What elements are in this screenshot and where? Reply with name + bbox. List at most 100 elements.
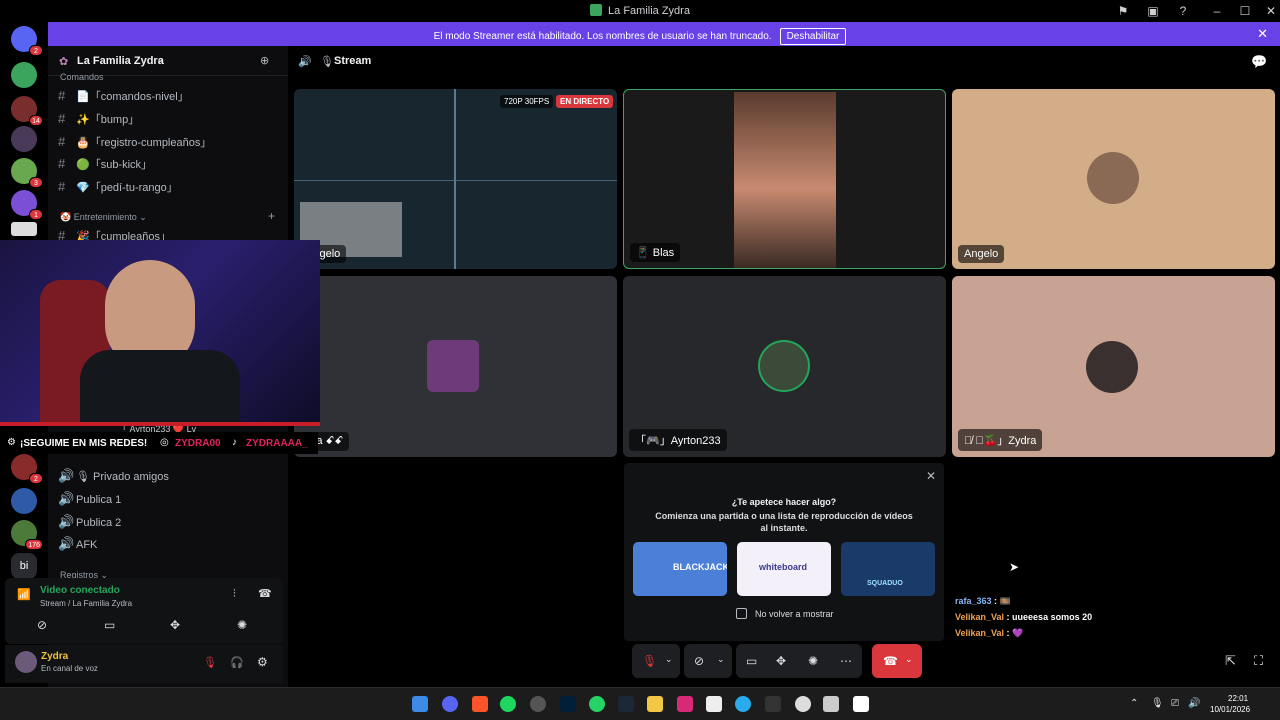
clock-time[interactable]: 22:01 xyxy=(1228,694,1248,703)
whatsapp-taskbar-icon[interactable] xyxy=(589,696,605,712)
voice-location[interactable]: Stream / La Familia Zydra xyxy=(40,599,132,608)
headphones-icon[interactable]: 🎧 xyxy=(230,656,244,669)
camera-off-icon[interactable]: ⊘ xyxy=(37,618,47,632)
screen-share-icon[interactable]: ▭ xyxy=(104,618,115,632)
server-icon[interactable] xyxy=(11,62,37,88)
server-icon[interactable]: 2 xyxy=(11,454,43,484)
avatar[interactable] xyxy=(15,651,37,673)
server-name[interactable]: La Familia Zydra xyxy=(77,55,164,67)
telegram-taskbar-icon[interactable] xyxy=(735,696,751,712)
video-tile-angelo-stream[interactable]: 720P 30FPS EN DIRECTO Angelo xyxy=(294,89,617,269)
server-icon[interactable]: 14 xyxy=(11,96,43,126)
voice-channel-publica-1[interactable]: 🔊 Publica 1 xyxy=(58,491,121,509)
settings-taskbar-icon[interactable] xyxy=(795,696,811,712)
channel-registro-cumpleanos[interactable]: # 🎂「registro-cumpleaños」 xyxy=(58,134,211,152)
mic-toggle-button[interactable]: 🎙 ⌄ xyxy=(632,644,680,678)
stage-header: 🔊 🎙 Stream 💬 xyxy=(288,46,1280,78)
activity-whiteboard[interactable]: whiteboard xyxy=(737,542,831,596)
stream-crosshair xyxy=(294,180,617,181)
server-icon[interactable] xyxy=(11,222,37,236)
avatar xyxy=(758,340,810,392)
network-icon[interactable]: ⎚ xyxy=(1171,698,1179,709)
live-badge: EN DIRECTO xyxy=(556,95,614,108)
video-tile-ayrton[interactable]: 「🎮」Ayrton233 xyxy=(623,276,946,457)
more-options-icon[interactable]: ⋯ xyxy=(840,654,852,668)
category-comandos[interactable]: Comandos xyxy=(60,72,104,82)
video-tile-blas[interactable]: 📱 Blas xyxy=(623,89,946,269)
channel-bump[interactable]: # ✨「bump」 xyxy=(58,111,139,129)
phone-icon: 📱 xyxy=(636,247,650,259)
mouse-cursor-icon: ➤ xyxy=(1009,560,1020,574)
inbox-icon[interactable]: ⚑ xyxy=(1114,2,1132,20)
soundboard-icon[interactable]: ✺ xyxy=(808,654,818,668)
windows-start-icon[interactable] xyxy=(412,696,428,712)
discord-taskbar-icon[interactable] xyxy=(442,696,458,712)
camera-toggle-button[interactable]: ⊘ ⌄ xyxy=(684,644,732,678)
epic-taskbar-icon[interactable] xyxy=(765,696,781,712)
capcut-taskbar-icon[interactable] xyxy=(853,696,869,712)
instagram-taskbar-icon[interactable] xyxy=(677,696,693,712)
snipping-taskbar-icon[interactable] xyxy=(823,696,839,712)
invite-icon[interactable]: ⊕ xyxy=(260,54,269,67)
close-window-button[interactable]: ✕ xyxy=(1262,2,1280,20)
disconnect-icon[interactable]: ☎ xyxy=(258,587,272,600)
server-icon[interactable]: 176 xyxy=(11,520,43,550)
streamer-webcam-overlay xyxy=(0,240,320,426)
user-panel: Zydra En canal de voz 🎙 🎧 ⚙ xyxy=(5,645,283,683)
close-icon[interactable]: ✕ xyxy=(926,469,936,483)
banner-close-icon[interactable]: ✕ xyxy=(1257,26,1268,42)
discord-home-button[interactable]: 2 xyxy=(11,26,43,56)
brave-taskbar-icon[interactable] xyxy=(472,696,488,712)
mic-muted-icon[interactable]: 🎙 xyxy=(203,656,217,669)
banner-message: El modo Streamer está habilitado. Los no… xyxy=(433,31,772,42)
channel-pedi-tu-rango[interactable]: # 💎「pedí-tu-rango」 xyxy=(58,179,178,197)
steam-taskbar-icon[interactable] xyxy=(618,696,634,712)
video-tile-lisa[interactable]: lisa ꗃꗃ xyxy=(294,276,617,457)
signal-icon: 📶 xyxy=(17,589,31,601)
server-badge: 3 xyxy=(29,177,43,188)
category-entretenimiento[interactable]: 🤡 Entretenimiento ⌄ xyxy=(60,212,147,223)
activities-icon[interactable]: ✥ xyxy=(776,654,786,668)
screen-share-icon[interactable]: ▭ xyxy=(746,654,757,668)
settings-gear-icon[interactable]: ⚙ xyxy=(257,655,268,669)
activity-squaduo[interactable]: SQUADUO xyxy=(841,542,935,596)
video-tile-zydra[interactable]: 🎙̸ 「🍒」Zydra xyxy=(952,276,1275,457)
volume-icon[interactable]: 🔊 xyxy=(1188,698,1200,709)
voice-channel-afk[interactable]: 🔊 AFK xyxy=(58,536,97,554)
screen-share-icon[interactable]: ▣ xyxy=(1144,2,1162,20)
video-tile-angelo[interactable]: Angelo xyxy=(952,89,1275,269)
add-channel-icon[interactable]: + xyxy=(268,209,275,223)
file-explorer-taskbar-icon[interactable] xyxy=(647,696,663,712)
spotify-taskbar-icon[interactable] xyxy=(500,696,516,712)
server-icon[interactable]: bi xyxy=(11,553,37,579)
server-icon[interactable] xyxy=(11,488,37,514)
speaker-icon: 🔊 xyxy=(58,468,75,483)
fullscreen-icon[interactable]: ⛶ xyxy=(1254,653,1263,669)
notion-taskbar-icon[interactable] xyxy=(706,696,722,712)
clock-date[interactable]: 10/01/2026 xyxy=(1210,705,1250,714)
photoshop-taskbar-icon[interactable] xyxy=(560,696,576,712)
server-icon[interactable]: 3 xyxy=(11,158,43,188)
activity-label: BLACKJACK xyxy=(673,562,727,572)
disable-streamer-button[interactable]: Deshabilitar xyxy=(779,28,847,45)
dont-show-checkbox[interactable] xyxy=(736,608,747,619)
minimize-button[interactable]: – xyxy=(1208,2,1226,20)
chat-bubble-icon[interactable]: 💬 xyxy=(1251,54,1267,70)
voice-channel-privado-amigos[interactable]: 🔊 🎙 Privado amigos xyxy=(58,468,169,486)
mic-tray-icon[interactable]: 🎙 xyxy=(1151,698,1164,709)
server-icon[interactable]: 1 xyxy=(11,190,43,220)
server-icon[interactable] xyxy=(11,126,37,152)
channel-sub-kick[interactable]: # 🟢「sub-kick」 xyxy=(58,156,152,174)
popout-icon[interactable]: ⇱ xyxy=(1225,653,1236,669)
soundboard-icon[interactable]: ✺ xyxy=(237,618,247,632)
tray-chevron-icon[interactable]: ⌃ xyxy=(1130,698,1138,709)
leave-call-button[interactable]: ☎ ⌄ xyxy=(872,644,922,678)
maximize-button[interactable]: ☐ xyxy=(1236,2,1254,20)
obs-taskbar-icon[interactable] xyxy=(530,696,546,712)
voice-channel-publica-2[interactable]: 🔊 Publica 2 xyxy=(58,514,121,532)
channel-comandos-nivel[interactable]: # 📄「comandos-nivel」 xyxy=(58,88,189,106)
noise-suppression-icon[interactable]: ⫶ xyxy=(233,588,236,601)
help-icon[interactable]: ? xyxy=(1174,2,1192,20)
activity-blackjack[interactable]: BLACKJACK xyxy=(633,542,727,596)
activities-icon[interactable]: ✥ xyxy=(170,618,180,632)
